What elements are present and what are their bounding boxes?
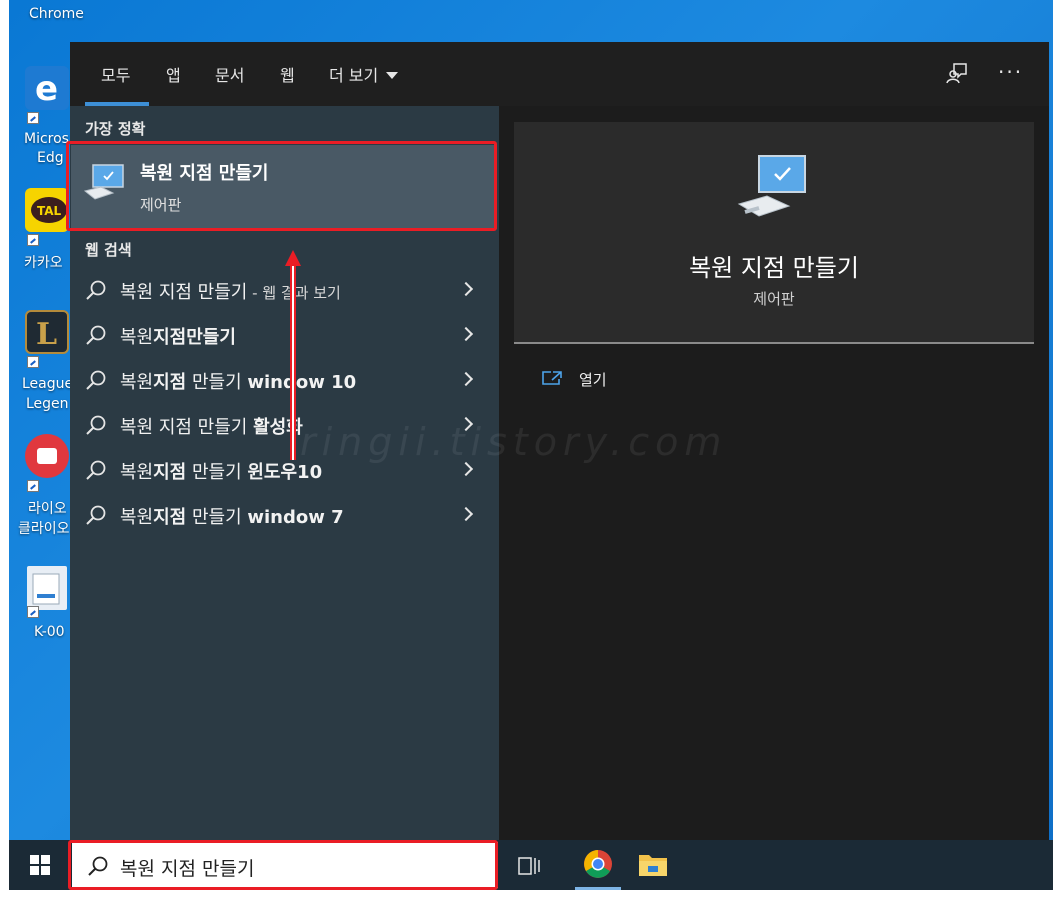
desktop-label-file: K-00 (34, 624, 65, 640)
preview-title: 복원 지점 만들기 (689, 254, 859, 282)
annotation-arrow-up-icon (285, 250, 301, 460)
suggestion-plain-text: 복원 (120, 462, 154, 483)
suggestion-plain-text: 만들기 (186, 462, 248, 483)
web-search-item-text: 복원 지점 만들기 - 웹 결과 보기 (120, 278, 341, 304)
web-search-item-text: 복원지점만들기 (120, 323, 236, 349)
desktop-label-edge-2: Edg (37, 150, 64, 166)
kakaotalk-desktop-icon[interactable]: TAL (25, 188, 69, 232)
tab-more[interactable]: 더 보기 (329, 62, 399, 86)
preview-divider (514, 342, 1034, 344)
web-search-item-text: 복원지점 만들기 윈도우10 (120, 458, 322, 484)
caret-down-icon (386, 72, 399, 79)
task-view-icon[interactable] (518, 857, 540, 875)
search-box-highlight-box (68, 840, 498, 890)
desktop-label-chrome: Chrome (29, 6, 84, 22)
search-icon (86, 505, 106, 525)
desktop-label-league-2: Legen (26, 396, 69, 412)
riot-client-desktop-icon[interactable] (25, 434, 69, 478)
desktop-label-league-1: League (22, 376, 74, 392)
search-icon (86, 370, 106, 390)
suggestion-bold-text: 지점 (153, 462, 187, 483)
svg-text:e: e (35, 69, 58, 109)
league-desktop-icon[interactable]: L (25, 310, 69, 354)
edge-icon: e (35, 69, 58, 109)
best-match-heading: 가장 정확 (85, 120, 146, 138)
preview-subtitle: 제어판 (753, 290, 795, 308)
chevron-right-icon (458, 281, 474, 297)
chevron-right-icon (458, 326, 474, 342)
edge-desktop-icon[interactable]: e (25, 66, 69, 110)
suggestion-plain-text: 복원 (120, 372, 154, 393)
web-search-item[interactable]: 복원지점 만들기 window 7 (70, 494, 499, 538)
more-options-icon[interactable]: ··· (998, 60, 1023, 84)
chevron-right-icon (458, 506, 474, 522)
search-icon (86, 325, 106, 345)
league-icon: L (36, 317, 57, 352)
shortcut-arrow-icon (27, 112, 39, 124)
shortcut-arrow-icon (27, 234, 39, 246)
svg-text:L: L (36, 317, 57, 352)
web-search-item-text: 복원 지점 만들기 활성화 (120, 413, 303, 439)
suggestion-plain-text: 복원 (120, 327, 154, 348)
chevron-right-icon (458, 371, 474, 387)
search-icon (86, 460, 106, 480)
suggestion-bold-text: 지점만들기 (153, 327, 236, 348)
desktop-label-riot-2: 클라이오 (18, 521, 70, 537)
web-search-item-text: 복원지점 만들기 window 10 (120, 368, 356, 394)
suggestion-plain-text: 복원 지점 만들기 (120, 282, 248, 303)
open-window-icon (542, 371, 562, 385)
tab-apps[interactable]: 앱 (166, 62, 181, 86)
file-explorer-icon[interactable] (637, 851, 669, 879)
chevron-right-icon (458, 461, 474, 477)
suggestion-bold-text: window 7 (247, 507, 344, 528)
suggestion-plain-text: 복원 지점 만들기 (120, 417, 254, 438)
chrome-taskbar-button[interactable] (575, 840, 621, 890)
riot-fist-icon (37, 448, 57, 464)
best-match-highlight-box (66, 141, 497, 231)
web-search-heading: 웹 검색 (85, 241, 132, 259)
svg-text:TAL: TAL (37, 204, 62, 218)
file-icon (32, 573, 60, 605)
preview-pane: 복원 지점 만들기 제어판 열기 (499, 106, 1049, 840)
tab-all[interactable]: 모두 (101, 62, 130, 86)
desktop-label-riot-1: 라이오 (28, 501, 67, 517)
suggestion-bold-text: 지점 (153, 507, 187, 528)
suggestion-plain-text: 복원 (120, 507, 154, 528)
suggestion-plain-text: 만들기 (186, 507, 248, 528)
search-icon (86, 415, 106, 435)
chrome-icon (584, 850, 612, 878)
web-search-item-text: 복원지점 만들기 window 7 (120, 503, 344, 529)
desktop-label-edge-1: Micros (24, 131, 69, 147)
shortcut-arrow-icon (27, 480, 39, 492)
kakaotalk-icon: TAL (31, 197, 67, 223)
tab-more-label: 더 보기 (329, 66, 379, 85)
suggestion-plain-text: 만들기 (186, 372, 248, 393)
suggestion-bold-text: 윈도우10 (247, 462, 323, 483)
open-label: 열기 (579, 371, 607, 389)
desktop-label-kakao: 카카오 (24, 255, 63, 271)
running-app-indicator (575, 887, 621, 890)
search-tabs-header: 모두 앱 문서 웹 더 보기 ··· (70, 42, 1049, 106)
search-icon (86, 280, 106, 300)
tab-documents[interactable]: 문서 (215, 62, 244, 86)
screen: Chrome e Micros Edg TAL 카카오 L League Leg… (0, 0, 1053, 907)
suggestion-bold-text: window 10 (247, 372, 357, 393)
file-desktop-icon[interactable] (27, 566, 67, 610)
feedback-icon[interactable] (946, 62, 968, 84)
suggestion-bold-text: 지점 (153, 372, 187, 393)
windows-start-icon[interactable] (30, 855, 50, 875)
shortcut-arrow-icon (27, 606, 39, 618)
computer-icon (737, 155, 806, 217)
shortcut-arrow-icon (27, 356, 39, 368)
preview-card: 복원 지점 만들기 제어판 (514, 122, 1034, 342)
watermark-text: ringii.tistory.com (300, 420, 728, 464)
tab-web[interactable]: 웹 (280, 62, 295, 86)
